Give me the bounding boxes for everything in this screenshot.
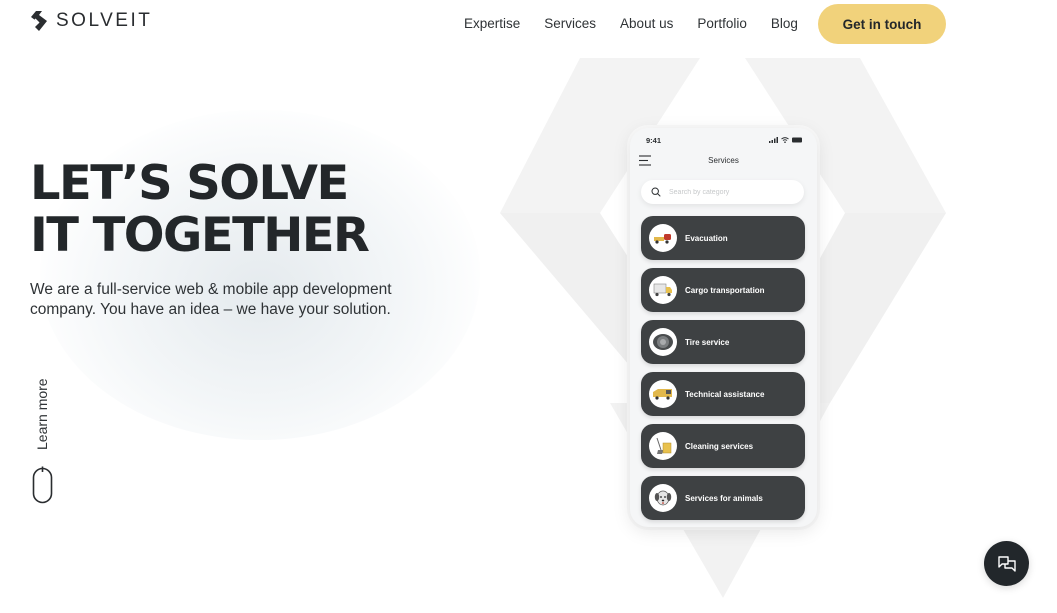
learn-more-link[interactable]: Learn more: [34, 366, 50, 450]
wifi-icon: [781, 137, 789, 143]
battery-icon: [792, 137, 802, 143]
phone-search-input[interactable]: [669, 188, 789, 196]
dog-icon: [654, 490, 672, 506]
service-item-tire-service[interactable]: Tire service: [641, 320, 805, 364]
site-header: SOLVEIT Expertise Services About us Port…: [0, 0, 1057, 50]
phone-search-bar[interactable]: [641, 180, 804, 204]
solveit-logo-icon: [31, 11, 47, 31]
phone-status-bar: 9:41: [646, 134, 803, 146]
cleaning-bucket-icon: [656, 437, 672, 454]
tire-icon: [653, 334, 673, 350]
service-list: Evacuation Cargo transportation Tire ser…: [641, 216, 805, 528]
service-label: Cleaning services: [685, 441, 754, 451]
status-time: 9:41: [646, 135, 662, 145]
nav-about-us[interactable]: About us: [620, 16, 673, 31]
chat-button[interactable]: [984, 541, 1029, 586]
hero-title: LET’S SOLVE IT TOGETHER: [30, 156, 370, 263]
get-in-touch-button[interactable]: Get in touch: [818, 4, 946, 44]
nav-portfolio[interactable]: Portfolio: [697, 16, 747, 31]
service-item-services-for-animals[interactable]: Services for animals: [641, 476, 805, 520]
signal-icon: [769, 137, 778, 143]
nav-services[interactable]: Services: [544, 16, 596, 31]
chat-bubbles-icon: [997, 555, 1016, 572]
service-item-cargo-transportation[interactable]: Cargo transportation: [641, 268, 805, 312]
phone-mockup: 9:41 Services Search by category Evacuat…: [630, 128, 817, 527]
nav-blog[interactable]: Blog: [771, 16, 798, 31]
logo[interactable]: SOLVEIT: [30, 10, 152, 32]
phone-screen-title: Services: [708, 156, 739, 165]
hero-title-line-2: IT TOGETHER: [30, 208, 370, 263]
logo-text: SOLVEIT: [56, 10, 153, 31]
main-nav: Expertise Services About us Portfolio Bl…: [464, 0, 822, 47]
service-item-cleaning-services[interactable]: Cleaning services: [641, 424, 805, 468]
nav-expertise[interactable]: Expertise: [464, 16, 520, 31]
hero-subtitle: We are a full-service web & mobile app d…: [30, 281, 392, 318]
search-icon: [651, 187, 661, 197]
service-label: Cargo transportation: [685, 285, 765, 295]
service-label: Evacuation: [685, 233, 728, 243]
hero-title-line-1: LET’S SOLVE: [30, 156, 349, 211]
scroll-mouse-icon[interactable]: [32, 466, 53, 504]
service-label: Services for animals: [685, 493, 763, 503]
tow-truck-icon: [654, 234, 671, 244]
cargo-truck-icon: [653, 283, 672, 297]
service-van-icon: [653, 389, 672, 400]
service-label: Technical assistance: [685, 389, 765, 399]
service-item-technical-assistance[interactable]: Technical assistance: [641, 372, 805, 416]
service-item-evacuation[interactable]: Evacuation: [641, 216, 805, 260]
service-label: Tire service: [685, 337, 730, 347]
